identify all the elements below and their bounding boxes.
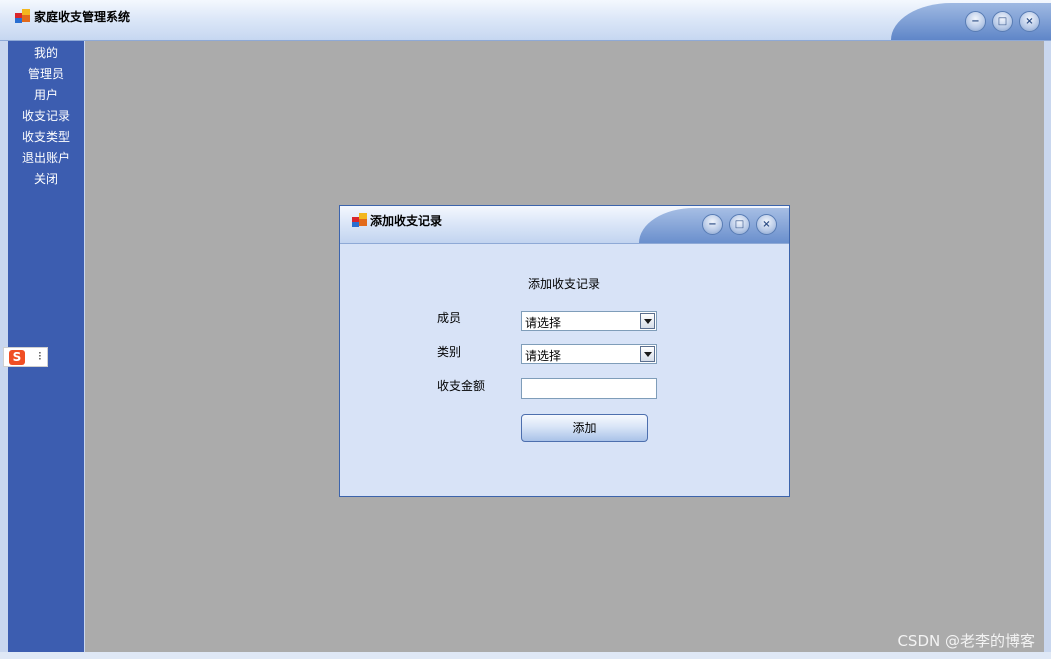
sidebar-item-user[interactable]: 用户 bbox=[8, 85, 84, 106]
add-button[interactable]: 添加 bbox=[521, 414, 648, 442]
sidebar-menu: 我的 管理员 用户 收支记录 收支类型 退出账户 关闭 bbox=[8, 41, 84, 190]
dialog-maximize-button[interactable]: □ bbox=[729, 214, 750, 235]
dialog-titlebar[interactable]: 添加收支记录 − □ × bbox=[340, 206, 789, 244]
maximize-button[interactable]: □ bbox=[992, 11, 1013, 32]
amount-label: 收支金额 bbox=[437, 379, 486, 393]
dialog-windows-icon bbox=[352, 213, 368, 227]
maximize-icon: □ bbox=[734, 219, 745, 230]
dialog-close-button[interactable]: × bbox=[756, 214, 777, 235]
watermark: CSDN @老李的博客 bbox=[897, 632, 1035, 650]
dialog-minimize-button[interactable]: − bbox=[702, 214, 723, 235]
sidebar-item-records[interactable]: 收支记录 bbox=[8, 106, 84, 127]
dialog-heading: 添加收支记录 bbox=[528, 277, 601, 291]
sogou-ime-icon[interactable]: S bbox=[9, 350, 25, 365]
minimize-button[interactable]: − bbox=[965, 11, 986, 32]
maximize-icon: □ bbox=[997, 16, 1008, 27]
dialog-title: 添加收支记录 bbox=[370, 214, 443, 228]
category-label: 类别 bbox=[437, 345, 462, 359]
close-button[interactable]: × bbox=[1019, 11, 1040, 32]
app-title: 家庭收支管理系统 bbox=[34, 10, 131, 24]
add-record-dialog: 添加收支记录 − □ × 添加收支记录 成员 请选择 类别 请选择 收支金额 添… bbox=[339, 205, 790, 497]
app-windows-icon bbox=[15, 9, 31, 23]
member-select-value: 请选择 bbox=[525, 316, 562, 330]
sidebar-item-close[interactable]: 关闭 bbox=[8, 169, 84, 190]
sidebar-item-types[interactable]: 收支类型 bbox=[8, 127, 84, 148]
main-titlebar[interactable]: 家庭收支管理系统 − □ × bbox=[0, 0, 1051, 41]
category-select[interactable]: 请选择 bbox=[521, 344, 657, 364]
amount-input[interactable] bbox=[521, 378, 657, 399]
sidebar-item-admin[interactable]: 管理员 bbox=[8, 64, 84, 85]
member-label: 成员 bbox=[437, 311, 462, 325]
sidebar-item-logout[interactable]: 退出账户 bbox=[8, 148, 84, 169]
chevron-down-icon[interactable] bbox=[640, 346, 655, 362]
ime-toolbar[interactable]: S ⁝ bbox=[3, 347, 48, 367]
minimize-icon: − bbox=[708, 219, 717, 230]
sidebar-item-mine[interactable]: 我的 bbox=[8, 43, 84, 64]
member-select[interactable]: 请选择 bbox=[521, 311, 657, 331]
category-select-value: 请选择 bbox=[525, 349, 562, 363]
close-icon: × bbox=[1025, 16, 1034, 27]
bottom-border bbox=[0, 652, 1051, 659]
close-icon: × bbox=[762, 219, 771, 230]
ime-drag-handle-icon[interactable]: ⁝ bbox=[38, 349, 42, 363]
chevron-down-icon[interactable] bbox=[640, 313, 655, 329]
minimize-icon: − bbox=[971, 16, 980, 27]
